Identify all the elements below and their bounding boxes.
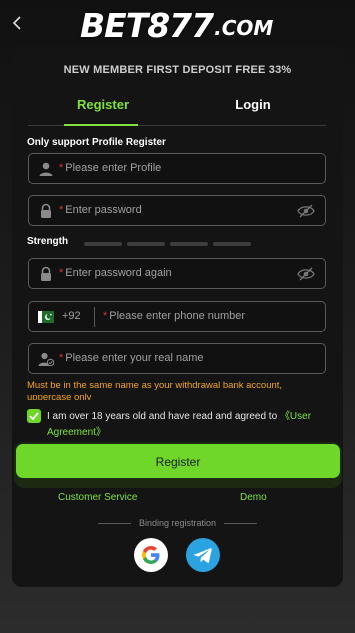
eye-off-icon[interactable]	[297, 267, 315, 281]
real-name-input[interactable]: * Please enter your real name	[28, 343, 326, 374]
pakistan-flag-icon[interactable]	[38, 311, 54, 323]
register-button-wrap: Register	[14, 442, 342, 488]
user-icon	[39, 162, 53, 176]
password-confirm-input[interactable]: * Enter password again	[28, 258, 326, 289]
auth-tabs: Register Login	[28, 85, 326, 126]
strength-bar	[170, 242, 208, 246]
brand-logo: BET877 .COM	[80, 5, 280, 45]
customer-service-link[interactable]: Customer Service	[58, 492, 137, 503]
demo-link[interactable]: Demo	[240, 492, 267, 503]
back-chevron-icon[interactable]	[8, 12, 28, 34]
profile-input[interactable]: * Please enter Profile	[28, 153, 326, 184]
divider	[94, 307, 95, 327]
google-icon	[142, 546, 160, 564]
agree-checkbox[interactable]	[27, 409, 41, 423]
divider	[224, 523, 258, 525]
lock-icon	[41, 266, 51, 281]
password-input[interactable]: * Enter password	[28, 195, 326, 226]
register-note: Only support Profile Register	[27, 137, 166, 148]
strength-bar	[127, 242, 165, 246]
register-button[interactable]: Register	[16, 444, 340, 478]
telegram-icon	[193, 548, 212, 563]
binding-label: Binding registration	[138, 518, 217, 528]
strength-bar	[213, 242, 251, 246]
password-strength: Strength	[27, 236, 327, 250]
binding-registration: Binding registration	[12, 518, 343, 528]
register-card: NEW MEMBER FIRST DEPOSIT FREE 33% Regist…	[12, 47, 343, 587]
profile-placeholder: * Please enter Profile	[59, 162, 162, 174]
promo-banner: NEW MEMBER FIRST DEPOSIT FREE 33%	[63, 64, 292, 76]
password-confirm-placeholder: * Enter password again	[59, 267, 172, 279]
tab-login[interactable]: Login	[178, 85, 328, 125]
country-code[interactable]: +92	[62, 310, 81, 322]
strength-label: Strength	[27, 236, 69, 247]
logo-main: BET877	[80, 5, 214, 45]
real-name-placeholder: * Please enter your real name	[59, 352, 204, 364]
google-login-button[interactable]	[134, 538, 168, 572]
phone-placeholder: * Please enter phone number	[103, 310, 246, 322]
tab-register[interactable]: Register	[28, 85, 178, 126]
lock-icon	[41, 203, 51, 218]
name-warning: Must be in the same name as your withdra…	[27, 380, 283, 400]
telegram-login-button[interactable]	[186, 538, 220, 572]
phone-input[interactable]: +92 * Please enter phone number	[28, 301, 326, 332]
divider	[97, 523, 131, 525]
eye-off-icon[interactable]	[297, 204, 315, 218]
check-icon	[29, 412, 39, 421]
strength-bar	[84, 242, 122, 246]
agree-text: I am over 18 years old and have read and…	[47, 411, 312, 438]
password-placeholder: * Enter password	[59, 204, 142, 216]
logo-suffix: .COM	[214, 16, 274, 40]
user-check-icon	[38, 352, 54, 367]
